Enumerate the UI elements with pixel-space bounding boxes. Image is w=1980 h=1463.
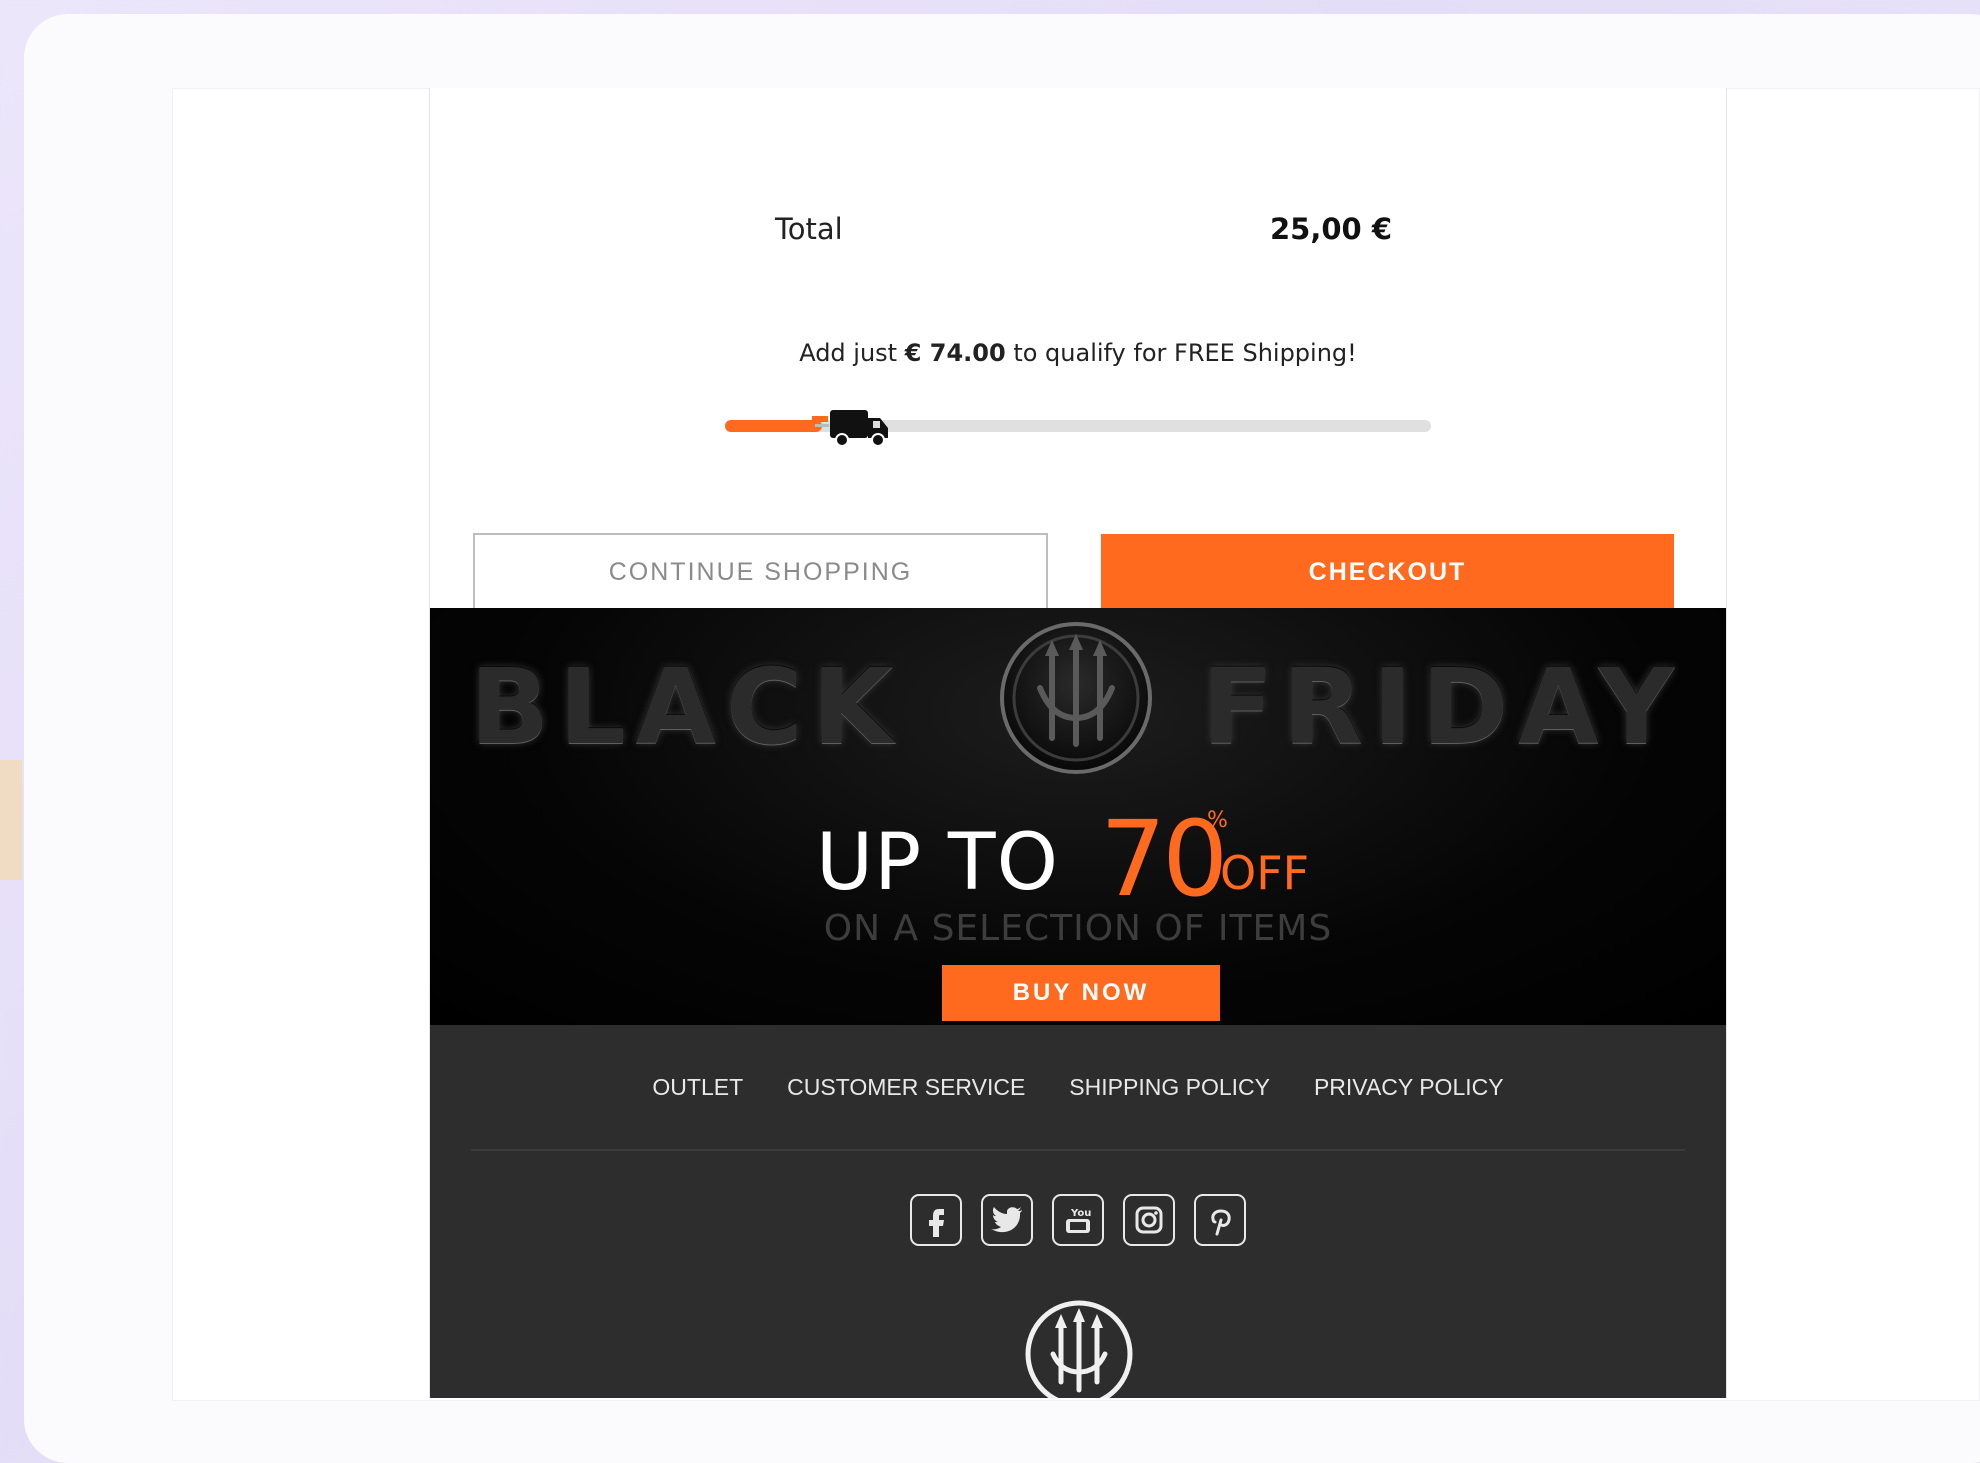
svg-text:You: You [1070,1208,1091,1219]
social-icons: You [430,1194,1726,1246]
youtube-icon[interactable]: You [1052,1194,1104,1246]
trident-logo-icon [1025,1300,1133,1398]
shipping-prefix: Add just [799,339,905,367]
total-value: 25,00 € [1270,212,1393,246]
buy-now-button[interactable]: BUY NOW [942,965,1220,1021]
shipping-amount: € 74.00 [904,339,1006,367]
footer-links: OUTLET CUSTOMER SERVICE SHIPPING POLICY … [430,1025,1726,1149]
banner-off: OFF [1220,846,1310,900]
footer-link-shipping-policy[interactable]: SHIPPING POLICY [1069,1074,1270,1101]
footer-link-customer-service[interactable]: CUSTOMER SERVICE [787,1074,1025,1101]
banner-subline: ON A SELECTION OF ITEMS [823,908,1333,949]
footer-link-privacy-policy[interactable]: PRIVACY POLICY [1314,1074,1504,1101]
banner-word-friday: FRIDAY [1202,646,1684,768]
pinterest-icon[interactable] [1194,1194,1246,1246]
email-content: Total 25,00 € Add just € 74.00 to qualif… [429,88,1727,1398]
footer-link-outlet[interactable]: OUTLET [652,1074,743,1101]
free-shipping-message: Add just € 74.00 to qualify for FREE Shi… [430,339,1726,367]
instagram-icon[interactable] [1123,1194,1175,1246]
facebook-icon[interactable] [910,1194,962,1246]
background-decoration [0,760,22,880]
black-friday-banner[interactable]: BLACK FRIDAY UP TO 70 % OFF ON A SELECTI… [430,608,1726,1025]
email-footer: OUTLET CUSTOMER SERVICE SHIPPING POLICY … [430,1025,1726,1398]
trident-emblem-icon [1000,622,1152,774]
truck-icon [812,410,888,447]
footer-divider [471,1149,1685,1151]
shipping-suffix: to qualify for FREE Shipping! [1005,339,1357,367]
checkout-button[interactable]: CHECKOUT [1101,534,1674,611]
shipping-progress-fill [725,420,822,432]
banner-percent-sign: % [1207,808,1228,833]
banner-word-black: BLACK [470,646,903,768]
twitter-icon[interactable] [981,1194,1033,1246]
cart-total-row: Total 25,00 € [430,212,1726,252]
total-label: Total [775,212,843,246]
banner-up-to: UP TO [816,818,1059,908]
continue-shopping-button[interactable]: CONTINUE SHOPPING [473,533,1048,612]
banner-percent: 70 [1100,798,1228,920]
